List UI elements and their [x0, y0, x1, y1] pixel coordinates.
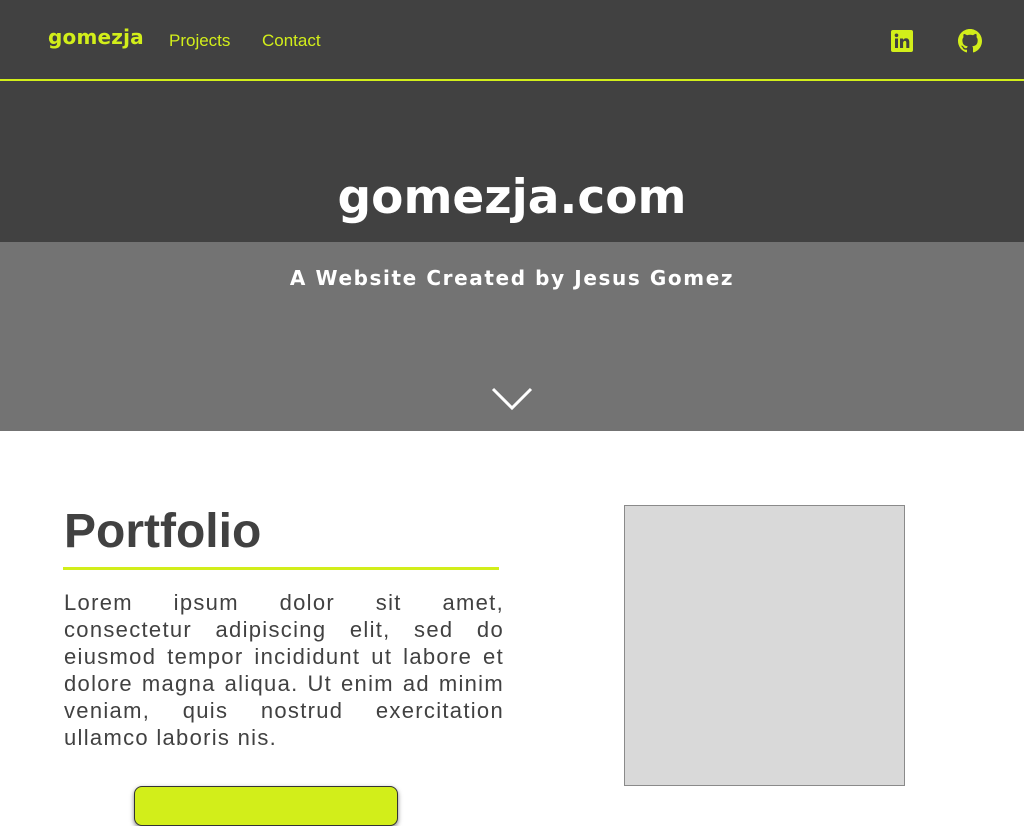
portfolio-description: Lorem ipsum dolor sit amet, consectetur … — [64, 590, 504, 750]
nav-link-contact[interactable]: Contact — [262, 31, 321, 51]
scroll-down-link[interactable] — [491, 385, 533, 413]
hero-subtitle: A Website Created by Jesus Gomez — [289, 266, 735, 290]
brand-logo-link[interactable]: gomezja — [48, 25, 144, 49]
linkedin-link[interactable] — [889, 27, 915, 55]
chevron-down-icon — [491, 387, 533, 411]
portfolio-image-placeholder — [624, 505, 905, 786]
github-link[interactable] — [957, 27, 983, 55]
hero-title: gomezja.com — [337, 170, 687, 225]
portfolio-heading-underline — [63, 567, 499, 570]
navbar: gomezja Projects Contact — [0, 0, 1024, 81]
github-icon — [958, 29, 982, 53]
portfolio-view-button[interactable] — [134, 786, 398, 826]
portfolio-heading: Portfolio — [64, 505, 262, 558]
linkedin-icon — [891, 30, 913, 52]
nav-link-projects[interactable]: Projects — [169, 31, 230, 51]
